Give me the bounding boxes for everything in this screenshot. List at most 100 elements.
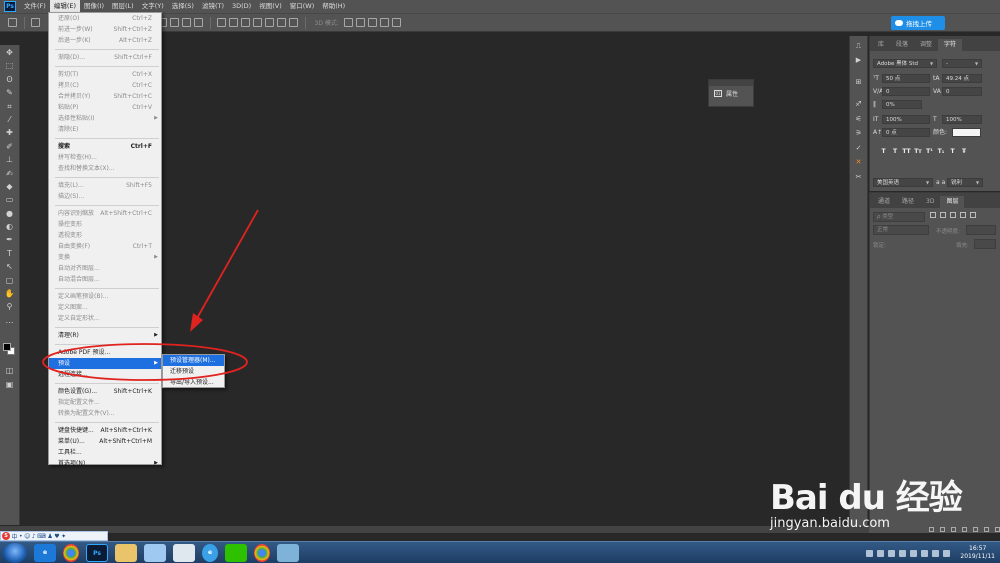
quick-select-tool-icon[interactable]: ✎ bbox=[4, 87, 15, 98]
brush-tool-icon[interactable]: ✐ bbox=[4, 141, 15, 152]
distribute-bottom-icon[interactable] bbox=[241, 18, 250, 27]
align-middle-icon[interactable] bbox=[182, 18, 191, 27]
ps-logo-icon[interactable]: Ps bbox=[4, 1, 16, 12]
app-window-icon[interactable] bbox=[277, 543, 299, 562]
opacity-input[interactable] bbox=[966, 225, 996, 235]
chrome-icon-2[interactable] bbox=[254, 543, 270, 562]
ime-user-icon[interactable]: ♟ bbox=[47, 533, 52, 540]
crop-tool-icon[interactable]: ⌗ bbox=[4, 101, 15, 112]
foreground-color-swatch[interactable] bbox=[3, 343, 11, 351]
tsume-input[interactable]: 0% bbox=[882, 100, 922, 109]
menu-6[interactable]: 滤镜(T) bbox=[198, 0, 228, 13]
edit-menu-item[interactable]: 键盘快捷键... Alt+Shift+Ctrl+K bbox=[49, 425, 161, 436]
edit-menu-item[interactable]: 远程连接... bbox=[49, 369, 161, 380]
text-color-swatch[interactable] bbox=[952, 128, 981, 137]
language-select[interactable]: 美国英语 bbox=[873, 178, 933, 187]
edit-menu-item[interactable]: 颜色设置(G)... Shift+Ctrl+K bbox=[49, 386, 161, 397]
ime-mic-icon[interactable]: ♪ bbox=[32, 533, 36, 540]
filter-adjust-icon[interactable] bbox=[940, 212, 946, 218]
eyedropper-tool-icon[interactable]: ⁄ bbox=[4, 114, 15, 125]
text-style-button[interactable]: Tт bbox=[914, 147, 923, 156]
preset-submenu-item[interactable]: 预设管理器(M)... bbox=[163, 355, 224, 366]
pen-tool-icon[interactable]: ✒ bbox=[4, 234, 15, 245]
ie-icon[interactable]: e bbox=[34, 543, 56, 562]
zoom-tool-icon[interactable]: ⚲ bbox=[4, 301, 15, 312]
history-panel-icon[interactable]: ⎍ bbox=[853, 41, 864, 51]
ime-keyboard-icon[interactable]: ⌨ bbox=[37, 533, 46, 540]
text-style-button[interactable]: T¹ bbox=[925, 147, 934, 156]
more-tools-icon[interactable]: … bbox=[4, 315, 15, 326]
menu-9[interactable]: 窗口(W) bbox=[286, 0, 319, 13]
text-style-button[interactable]: T₁ bbox=[937, 147, 946, 156]
horizontal-scale-input[interactable]: 100% bbox=[942, 115, 982, 124]
menu-10[interactable]: 帮助(H) bbox=[318, 0, 349, 13]
align-top-icon[interactable] bbox=[170, 18, 179, 27]
paragraph-styles-icon[interactable]: ✂ bbox=[853, 172, 864, 182]
actions-panel-icon[interactable]: ▶ bbox=[853, 55, 864, 65]
styles-icon[interactable]: ⚞ bbox=[853, 128, 864, 138]
preset-submenu-item[interactable]: 迁移预设 bbox=[163, 366, 224, 377]
3d-drag-icon[interactable] bbox=[368, 18, 378, 27]
filter-pixel-icon[interactable] bbox=[930, 212, 936, 218]
text-style-button[interactable]: T bbox=[948, 147, 957, 156]
filter-smart-icon[interactable] bbox=[970, 212, 976, 218]
edit-menu-item[interactable]: Adobe PDF 预设... bbox=[49, 347, 161, 358]
rectangle-tool-icon[interactable]: ▢ bbox=[4, 275, 15, 286]
tray-icon[interactable] bbox=[877, 549, 885, 557]
edit-menu-item[interactable]: 工具栏... bbox=[49, 447, 161, 458]
menu-5[interactable]: 选择(S) bbox=[168, 0, 198, 13]
tray-icon[interactable] bbox=[866, 549, 874, 557]
clone-source-icon[interactable]: ✓ bbox=[853, 143, 864, 153]
wechat-icon[interactable] bbox=[225, 543, 247, 562]
gradient-tool-icon[interactable]: ▭ bbox=[4, 194, 15, 205]
browser-icon[interactable]: e bbox=[202, 543, 218, 562]
blend-mode-select[interactable]: 正常 bbox=[873, 225, 929, 235]
font-family-select[interactable]: Adobe 黑体 Std bbox=[873, 59, 937, 68]
edit-menu-item[interactable]: 预设 ▶ bbox=[49, 358, 161, 369]
preset-submenu-item[interactable]: 导出/导入预设... bbox=[163, 377, 224, 388]
ime-punct-icon[interactable]: • bbox=[19, 533, 23, 540]
text-style-button[interactable]: TT bbox=[902, 147, 911, 156]
3d-rotate-icon[interactable] bbox=[344, 18, 354, 27]
distribute-hcenter-icon[interactable] bbox=[265, 18, 274, 27]
edit-menu-item[interactable]: 菜单(U)... Alt+Shift+Ctrl+M bbox=[49, 436, 161, 447]
distribute-left-icon[interactable] bbox=[253, 18, 262, 27]
start-button[interactable] bbox=[3, 542, 27, 563]
auto-align-icon[interactable] bbox=[289, 18, 298, 27]
baidu-upload-button[interactable]: 拖拽上传 bbox=[891, 16, 945, 30]
tray-icon[interactable] bbox=[921, 549, 929, 557]
char-panel-tab[interactable]: 字符 bbox=[938, 39, 963, 51]
char-panel-tab[interactable]: 库 bbox=[872, 39, 890, 51]
sogou-icon[interactable]: S bbox=[2, 532, 10, 540]
quick-mask-icon[interactable]: ◫ bbox=[4, 365, 15, 376]
baseline-shift-input[interactable]: 0 点 bbox=[882, 128, 930, 137]
baidu-netdisk-icon[interactable] bbox=[144, 543, 166, 562]
tray-icon[interactable] bbox=[899, 549, 907, 557]
menu-0[interactable]: 文件(F) bbox=[20, 0, 50, 13]
filter-shape-icon[interactable] bbox=[960, 212, 966, 218]
layers-panel-tab[interactable]: 通道 bbox=[872, 196, 896, 208]
marquee-tool-icon[interactable]: ⬚ bbox=[4, 60, 15, 71]
screen-mode-icon[interactable]: ▣ bbox=[4, 379, 15, 390]
char-panel-tab[interactable]: 调整 bbox=[914, 39, 938, 51]
align-bottom-icon[interactable] bbox=[194, 18, 203, 27]
clone-stamp-tool-icon[interactable]: ⊥ bbox=[4, 154, 15, 165]
volume-icon[interactable] bbox=[943, 549, 951, 557]
layers-panel-tab[interactable]: 图层 bbox=[940, 196, 965, 208]
vertical-scale-input[interactable]: 100% bbox=[882, 115, 930, 124]
delete-layer-icon[interactable] bbox=[995, 527, 1000, 532]
layer-filter-select[interactable]: ρ 类型 bbox=[873, 212, 925, 222]
menu-8[interactable]: 视图(V) bbox=[255, 0, 286, 13]
layers-panel-tab[interactable]: 路径 bbox=[896, 196, 920, 208]
layers-panel-tab[interactable]: 3D bbox=[920, 196, 940, 208]
properties-mini-panel[interactable]: 01 属性 bbox=[708, 79, 754, 107]
distribute-top-icon[interactable] bbox=[217, 18, 226, 27]
ime-tools-icon[interactable]: ✦ bbox=[61, 533, 66, 540]
tray-icon[interactable] bbox=[888, 549, 896, 557]
kerning-input[interactable]: 0 bbox=[882, 87, 930, 96]
ime-smile-icon[interactable]: ☺ bbox=[24, 533, 30, 540]
distribute-right-icon[interactable] bbox=[277, 18, 286, 27]
tray-icon[interactable] bbox=[910, 549, 918, 557]
edit-menu-item[interactable]: 首选项(N) ▶ bbox=[49, 458, 161, 469]
healing-brush-tool-icon[interactable]: ✚ bbox=[4, 127, 15, 138]
